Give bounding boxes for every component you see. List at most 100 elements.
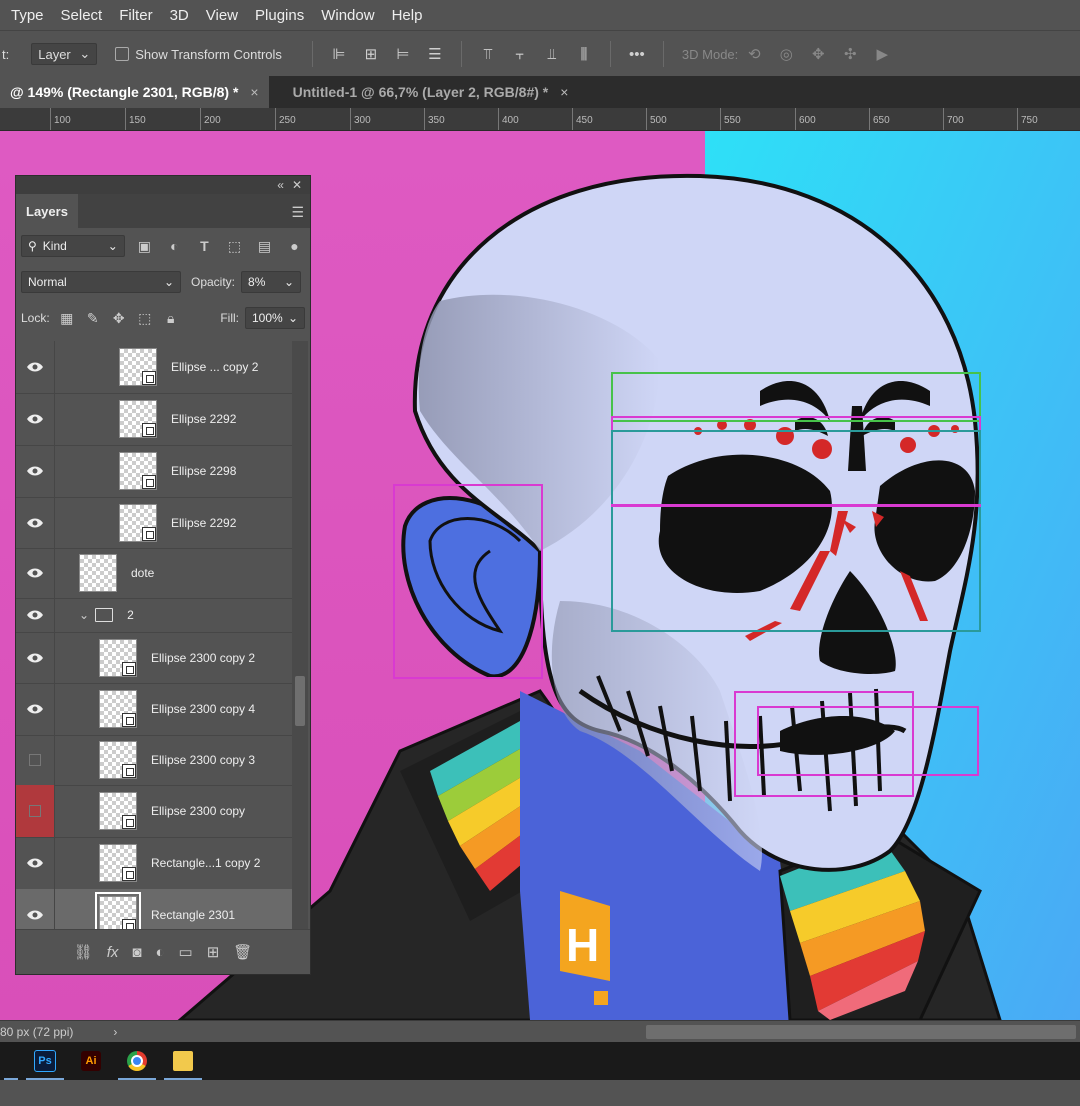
visibility-eye-icon[interactable] [16, 735, 55, 785]
roll-icon[interactable]: ◎ [774, 42, 798, 66]
menu-item-help[interactable]: Help [386, 7, 429, 24]
trash-icon[interactable]: 🗑︎ [233, 943, 252, 961]
auto-select-dropdown[interactable]: Layer ⌄ [31, 43, 98, 65]
menu-item-view[interactable]: View [200, 7, 244, 24]
fx-icon[interactable]: fx [107, 944, 119, 961]
transform-controls-checkbox[interactable] [115, 47, 130, 61]
3d-mode-label: 3D Mode: [681, 46, 739, 62]
opacity-field[interactable]: 8% ⌄ [241, 271, 302, 293]
visibility-eye-icon[interactable] [16, 632, 55, 683]
distribute-icon[interactable]: ☰ [423, 42, 447, 66]
visibility-eye-icon[interactable] [16, 393, 55, 445]
search-icon: ⚲ [28, 239, 37, 253]
align-bottom-icon[interactable]: ⫫ [540, 42, 564, 66]
status-arrow[interactable]: › [113, 1025, 117, 1039]
ruler-tick: 250 [275, 108, 296, 130]
tab-layers[interactable]: Layers [16, 194, 78, 228]
filter-toggle-icon[interactable]: ● [284, 235, 305, 257]
menu-item-plugins[interactable]: Plugins [249, 7, 310, 24]
photoshop-icon: Ps [34, 1050, 56, 1072]
layer-row[interactable]: Ellipse 2292 [16, 393, 292, 446]
horizontal-scrollbar[interactable] [646, 1025, 1076, 1039]
slide-icon[interactable]: ✣ [838, 42, 862, 66]
distribute-vertical-icon[interactable]: ⫼ [572, 42, 596, 66]
taskbar-illustrator[interactable]: Ai [68, 1042, 114, 1080]
layer-row[interactable]: Rectangle...1 copy 2 [16, 837, 292, 890]
chevron-down-icon[interactable]: ⌄ [79, 608, 89, 622]
visibility-eye-icon[interactable] [16, 497, 55, 548]
close-icon[interactable]: ✕ [292, 178, 302, 192]
align-top-icon[interactable]: ⫪ [476, 42, 500, 66]
close-icon[interactable]: × [560, 84, 568, 100]
pan-icon[interactable]: ✥ [806, 42, 830, 66]
video-camera-icon[interactable]: ▶ [870, 42, 894, 66]
menu-item-filter[interactable]: Filter [113, 7, 158, 24]
lock-transparent-icon[interactable]: ▦ [56, 307, 78, 329]
divider [609, 41, 611, 67]
layer-name: Rectangle...1 copy 2 [151, 856, 261, 870]
layer-thumbnail [119, 503, 157, 542]
ruler-tick: 450 [572, 108, 593, 130]
image-filter-icon[interactable]: ▣ [134, 235, 155, 257]
type-filter-icon[interactable]: T [194, 235, 215, 257]
visibility-eye-icon[interactable] [16, 548, 55, 598]
mask-icon[interactable]: ◙ [132, 944, 141, 961]
layer-row[interactable]: Ellipse 2292 [16, 497, 292, 549]
lock-all-icon[interactable]: 🔒︎ [160, 307, 182, 329]
scroll-thumb[interactable] [295, 676, 305, 726]
visibility-eye-icon[interactable] [16, 598, 55, 632]
menu-item-window[interactable]: Window [315, 7, 380, 24]
layer-group-row[interactable]: ⌄ 2 [16, 598, 292, 633]
visibility-eye-icon[interactable] [16, 785, 55, 837]
lock-artboard-icon[interactable]: ⬚ [134, 307, 156, 329]
menu-item-type[interactable]: Type [5, 7, 50, 24]
taskbar-files[interactable] [160, 1042, 206, 1080]
layer-row[interactable]: Ellipse 2300 copy 4 [16, 683, 292, 736]
more-options-button[interactable]: ••• [625, 42, 649, 66]
menu-item-select[interactable]: Select [55, 7, 109, 24]
align-middle-icon[interactable]: ⫟ [508, 42, 532, 66]
link-icon[interactable]: ⛓ [74, 943, 93, 961]
lock-row: Lock: ▦ ✎ ✥ ⬚ 🔒︎ Fill: 100% ⌄ [16, 300, 310, 336]
visibility-eye-icon[interactable] [16, 445, 55, 497]
visibility-eye-icon[interactable] [16, 341, 55, 393]
shape-filter-icon[interactable]: ⬚ [224, 235, 245, 257]
adjustment-filter-icon[interactable]: ◐ [164, 235, 185, 257]
menu-item-3d[interactable]: 3D [164, 7, 195, 24]
collapse-icon[interactable]: « [277, 178, 284, 192]
layer-row[interactable]: dote [16, 548, 292, 599]
vector-shape-icon [142, 526, 156, 541]
layer-name: Ellipse 2300 copy 3 [151, 753, 256, 767]
taskbar-photoshop[interactable]: Ps [22, 1042, 68, 1080]
visibility-eye-icon[interactable] [16, 683, 55, 735]
taskbar-edge [0, 1042, 22, 1080]
blend-mode-dropdown[interactable]: Normal ⌄ [21, 271, 181, 293]
layer-thumbnail [99, 844, 137, 882]
folder-icon[interactable]: ▭ [179, 943, 193, 961]
smart-object-filter-icon[interactable]: ▤ [254, 235, 275, 257]
align-left-icon[interactable]: ⊫ [327, 42, 351, 66]
tab-document-1[interactable]: @ 149% (Rectangle 2301, RGB/8) * × [0, 76, 269, 108]
kind-filter-dropdown[interactable]: ⚲ Kind ⌄ [21, 235, 125, 257]
layer-scrollbar[interactable] [292, 341, 308, 931]
visibility-eye-icon[interactable] [16, 837, 55, 889]
adjustment-icon[interactable]: ◐ [155, 944, 164, 961]
close-icon[interactable]: × [250, 84, 258, 100]
layer-row[interactable]: Ellipse 2298 [16, 445, 292, 498]
orbit-icon[interactable]: ⟲ [742, 42, 766, 66]
layer-row[interactable]: Ellipse 2300 copy 3 [16, 735, 292, 786]
taskbar-chrome[interactable] [114, 1042, 160, 1080]
fill-field[interactable]: 100% ⌄ [245, 307, 305, 329]
layer-row[interactable]: Ellipse 2300 copy 2 [16, 632, 292, 684]
layer-row[interactable]: Ellipse 2300 copy [16, 785, 292, 838]
lock-pixels-icon[interactable]: ✎ [82, 307, 104, 329]
new-layer-icon[interactable]: ⊞ [207, 943, 220, 961]
align-right-icon[interactable]: ⊨ [391, 42, 415, 66]
layer-thumbnail [79, 554, 117, 592]
panel-menu-icon[interactable]: ☰ [291, 204, 304, 221]
layer-row[interactable]: Ellipse ... copy 2 [16, 341, 292, 394]
align-center-icon[interactable]: ⊞ [359, 42, 383, 66]
lock-position-icon[interactable]: ✥ [108, 307, 130, 329]
layer-name: Ellipse 2300 copy 2 [151, 650, 256, 665]
tab-document-2[interactable]: Untitled-1 @ 66,7% (Layer 2, RGB/8#) * × [283, 76, 579, 108]
